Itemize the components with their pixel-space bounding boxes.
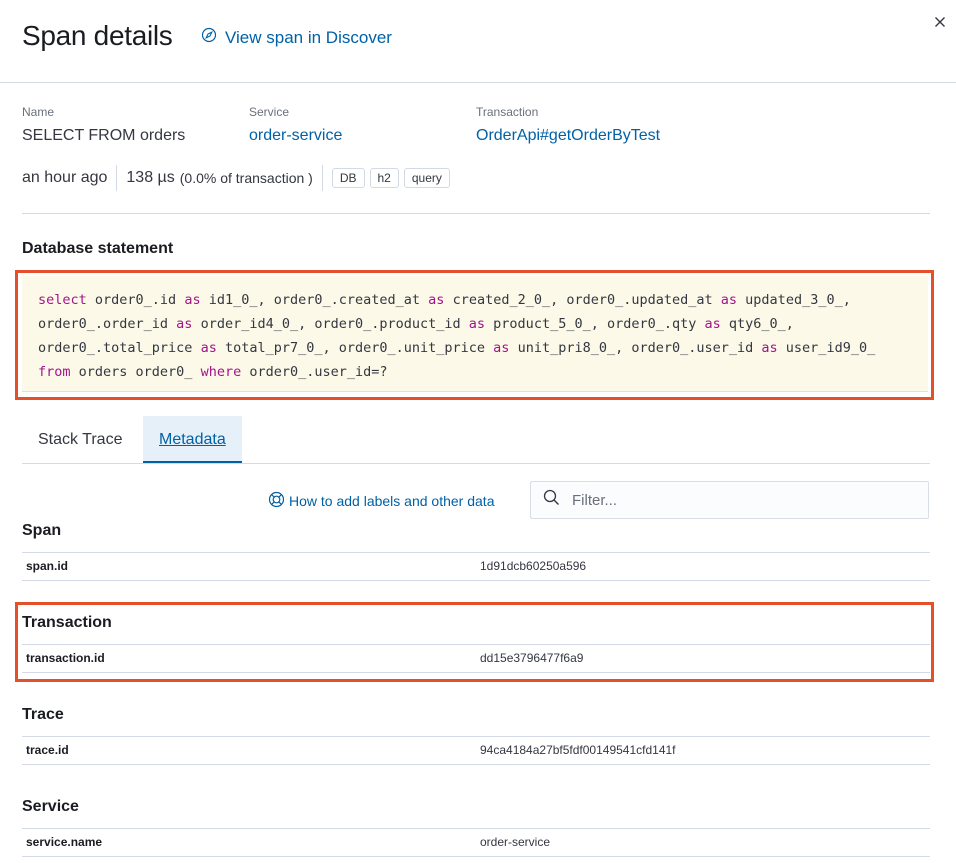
sql-text: qty6_0_, bbox=[720, 316, 794, 332]
divider bbox=[116, 165, 118, 191]
help-labels-link[interactable]: How to add labels and other data bbox=[268, 491, 494, 511]
name-label: Name bbox=[22, 105, 55, 119]
span-summary: an hour ago 138 µs (0.0% of transaction … bbox=[22, 165, 455, 191]
sql-text: total_pr7_0_, order0_.unit_price bbox=[216, 340, 494, 356]
sql-text: id1_0_, order0_.created_at bbox=[200, 292, 429, 308]
timestamp: an hour ago bbox=[22, 169, 108, 186]
sql-text: created_2_0_, order0_.updated_at bbox=[444, 292, 721, 308]
transaction-label: Transaction bbox=[476, 105, 539, 119]
sql-keyword: as bbox=[720, 292, 738, 308]
sql-keyword: where bbox=[200, 364, 242, 380]
sql-keyword: as bbox=[704, 316, 721, 332]
tab-bar: Stack Trace Metadata bbox=[22, 416, 930, 464]
badge-h2: h2 bbox=[369, 168, 399, 188]
service-name-key: service.name bbox=[26, 835, 103, 849]
code-line: select order0_.id as id1_0_, order0_.cre… bbox=[38, 288, 912, 312]
table-row: service.name order-service bbox=[22, 828, 930, 857]
trace-section-title: Trace bbox=[22, 706, 64, 723]
span-id-key: span.id bbox=[26, 559, 69, 573]
sql-text: user_id9_0_ bbox=[777, 340, 876, 356]
span-section-title: Span bbox=[22, 522, 62, 539]
table-row: trace.id 94ca4184a27bf5fdf00149541cfd141… bbox=[22, 736, 930, 765]
service-name-value: order-service bbox=[480, 835, 551, 849]
code-line: order0_.order_id as order_id4_0_, order0… bbox=[38, 312, 912, 336]
transaction-section-title: Transaction bbox=[22, 614, 112, 631]
tab-stack-trace[interactable]: Stack Trace bbox=[22, 416, 138, 463]
table-row: transaction.id dd15e3796477f6a9 bbox=[22, 644, 930, 673]
search-icon bbox=[543, 489, 560, 511]
duration: 138 µs bbox=[126, 169, 175, 186]
sql-text: order0_.total_price bbox=[38, 340, 201, 356]
sql-text: order0_.order_id bbox=[38, 316, 177, 332]
compass-icon bbox=[201, 27, 217, 48]
service-label: Service bbox=[249, 105, 290, 119]
duration-percent: (0.0% of transaction ) bbox=[179, 170, 313, 186]
database-statement-code: select order0_.id as id1_0_, order0_.cre… bbox=[22, 276, 928, 392]
sql-text: unit_pri8_0_, order0_.user_id bbox=[509, 340, 762, 356]
sql-text: orders order0_ bbox=[70, 364, 201, 380]
transaction-link[interactable]: OrderApi#getOrderByTest bbox=[476, 127, 660, 145]
sql-keyword: as bbox=[176, 316, 193, 332]
transaction-id-value: dd15e3796477f6a9 bbox=[480, 651, 584, 665]
service-section-title: Service bbox=[22, 798, 79, 815]
code-line: from orders order0_ where order0_.user_i… bbox=[38, 360, 912, 384]
sql-keyword: as bbox=[200, 340, 217, 356]
view-in-discover-link[interactable]: View span in Discover bbox=[201, 27, 392, 48]
sql-keyword: from bbox=[38, 364, 71, 380]
transaction-id-key: transaction.id bbox=[26, 651, 105, 665]
badge-query: query bbox=[403, 168, 450, 188]
sql-keyword: as bbox=[428, 292, 445, 308]
sql-text: product_5_0_, order0_.qty bbox=[485, 316, 705, 332]
flyout-header: Span details View span in Discover bbox=[0, 0, 956, 83]
sql-keyword: as bbox=[761, 340, 778, 356]
view-in-discover-label: View span in Discover bbox=[225, 27, 392, 47]
sql-keyword: as bbox=[493, 340, 510, 356]
help-labels-label: How to add labels and other data bbox=[289, 493, 495, 509]
sql-text: updated_3_0_, bbox=[737, 292, 851, 308]
sql-keyword: as bbox=[468, 316, 486, 332]
badge-db: DB bbox=[331, 168, 365, 188]
sql-keyword: as bbox=[184, 292, 201, 308]
trace-id-key: trace.id bbox=[26, 743, 69, 757]
sql-text: order0_.user_id=? bbox=[241, 364, 388, 380]
tab-metadata[interactable]: Metadata bbox=[143, 416, 242, 463]
divider bbox=[321, 165, 323, 191]
span-id-value: 1d91dcb60250a596 bbox=[480, 559, 587, 573]
database-statement-title: Database statement bbox=[22, 240, 174, 257]
code-line: order0_.total_price as total_pr7_0_, ord… bbox=[38, 336, 912, 360]
filter-field[interactable] bbox=[530, 481, 929, 519]
sql-keyword: select bbox=[38, 292, 87, 308]
divider bbox=[22, 213, 930, 214]
help-icon bbox=[268, 491, 285, 511]
sql-text: order_id4_0_, order0_.product_id bbox=[192, 316, 469, 332]
filter-input[interactable] bbox=[570, 490, 914, 510]
name-value: SELECT FROM orders bbox=[22, 127, 186, 144]
service-link[interactable]: order-service bbox=[249, 127, 342, 145]
trace-id-value: 94ca4184a27bf5fdf00149541cfd141f bbox=[480, 743, 676, 757]
sql-text: order0_.id bbox=[86, 292, 185, 308]
table-row: span.id 1d91dcb60250a596 bbox=[22, 552, 930, 581]
close-icon[interactable] bbox=[931, 13, 949, 31]
page-title: Span details bbox=[22, 20, 173, 51]
